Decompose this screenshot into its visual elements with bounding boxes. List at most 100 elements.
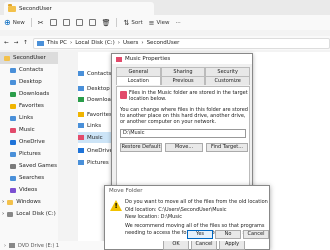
dialog-title-bar: Move Folder: [105, 186, 269, 196]
cloud-icon: [78, 148, 84, 153]
rename-icon[interactable]: [75, 19, 83, 26]
sidebar-item-favorites[interactable]: Favorites: [0, 100, 58, 112]
sidebar-item-label: Pictures: [19, 151, 41, 157]
sidebar-item-label: OneDrive: [19, 139, 45, 145]
sidebar-item-music[interactable]: Music: [0, 124, 58, 136]
pictures-icon: [78, 160, 84, 165]
breadcrumb-item[interactable]: Users: [123, 40, 138, 46]
list-item[interactable]: Links: [78, 120, 101, 131]
move-button[interactable]: Move...: [165, 143, 203, 152]
pictures-icon: [10, 151, 16, 157]
sidebar-item-windows[interactable]: › Windows: [0, 196, 58, 208]
divider: [30, 18, 32, 27]
chevron-right-icon: ›: [69, 40, 73, 46]
paste-icon[interactable]: [62, 19, 70, 26]
location-path-field[interactable]: D:\Music: [120, 129, 246, 138]
sidebar-item-contacts[interactable]: Contacts: [0, 64, 58, 76]
music-folder-icon: [120, 91, 127, 99]
folder-icon: [8, 4, 16, 12]
delete-icon[interactable]: 🗑: [102, 19, 111, 27]
music-icon: [78, 135, 84, 140]
sidebar-item-pictures[interactable]: Pictures: [0, 148, 58, 160]
link-icon: [10, 115, 16, 121]
sort-button[interactable]: ⇅ Sort: [123, 19, 142, 27]
tab-previous-versions[interactable]: Previous Versions: [160, 76, 206, 93]
list-item[interactable]: OneDrive: [78, 145, 113, 156]
yes-button[interactable]: Yes: [187, 230, 213, 239]
new-label: New: [12, 19, 25, 26]
tab-sharing[interactable]: Sharing: [160, 67, 206, 76]
view-button[interactable]: ≡ View: [149, 19, 170, 27]
sort-label: Sort: [131, 19, 143, 26]
view-icon: ≡: [148, 18, 155, 27]
properties-cancel-button[interactable]: Cancel: [191, 241, 217, 250]
pc-icon: [36, 40, 44, 46]
sidebar-item-dvd-drive[interactable]: › DVD Drive (E:) 1: [0, 241, 104, 250]
file-name: Pictures: [87, 159, 109, 166]
forward-icon[interactable]: →: [14, 40, 19, 46]
title-bar: SecondUser: [0, 0, 330, 15]
apply-button[interactable]: Apply: [219, 241, 245, 250]
star-icon: [78, 112, 84, 117]
find-target-button[interactable]: Find Target...: [206, 143, 248, 152]
navigation-pane: SecondUser Contacts Desktop Downloads Fa…: [0, 52, 58, 250]
search-icon: [10, 175, 16, 181]
change-location-text: You can change where files in this folde…: [120, 107, 248, 125]
copy-icon[interactable]: [49, 19, 57, 26]
sidebar-item-saved-games[interactable]: Saved Games: [0, 160, 58, 172]
up-icon[interactable]: ↑: [23, 40, 28, 46]
contacts-icon: [78, 71, 84, 76]
warning-icon: [110, 200, 122, 211]
tab-security[interactable]: Security: [205, 67, 251, 76]
sidebar-item-searches[interactable]: Searches: [0, 172, 58, 184]
list-item[interactable]: Pictures: [78, 157, 109, 168]
sidebar-item-label: Favorites: [19, 103, 44, 109]
sidebar-item-seconduser[interactable]: SecondUser: [0, 52, 58, 64]
tab-customize[interactable]: Customize: [205, 76, 251, 85]
breadcrumb-item[interactable]: Local Disk (C:): [75, 40, 115, 46]
location-description: Files in the Music folder are stored in …: [129, 90, 248, 102]
location-panel: Files in the Music folder are stored in …: [116, 86, 250, 190]
ok-button[interactable]: OK: [163, 241, 189, 250]
breadcrumb-item[interactable]: SecondUser: [147, 40, 180, 46]
divider: [116, 18, 118, 27]
file-name: Contacts: [87, 70, 112, 77]
sidebar-item-downloads[interactable]: Downloads: [0, 88, 58, 100]
downloads-icon: [10, 91, 16, 97]
tab-general[interactable]: General: [116, 67, 161, 76]
sidebar-item-local-disk[interactable]: › Local Disk (C:): [0, 208, 58, 220]
sidebar-item-desktop[interactable]: Desktop: [0, 76, 58, 88]
explorer-tab[interactable]: SecondUser: [4, 2, 154, 15]
cancel-button[interactable]: Cancel: [243, 230, 269, 239]
list-item[interactable]: Desktop: [78, 83, 110, 94]
star-icon: [10, 103, 16, 109]
address-bar[interactable]: This PC › Local Disk (C:) › Users › Seco…: [32, 37, 330, 49]
music-icon: [116, 56, 122, 62]
view-label: View: [156, 19, 170, 26]
new-button[interactable]: ⊕ New: [4, 18, 25, 27]
command-bar: ⊕ New ✂ 🗑 ⇅ Sort ≡ View ···: [0, 15, 330, 30]
sidebar-item-onedrive[interactable]: OneDrive: [0, 136, 58, 148]
restore-default-button[interactable]: Restore Default: [120, 143, 162, 152]
sidebar-item-label: SecondUser: [13, 55, 46, 61]
folder-icon: [7, 199, 14, 205]
file-name: Music: [87, 134, 103, 141]
list-item[interactable]: Contacts: [78, 68, 111, 79]
share-icon[interactable]: [88, 19, 96, 26]
gamepad-icon: [10, 163, 16, 169]
breadcrumb-item[interactable]: This PC: [47, 40, 67, 46]
dvd-icon: [9, 243, 15, 248]
list-item-selected[interactable]: Music: [78, 132, 111, 143]
dialog-title-bar: Music Properties: [112, 54, 252, 64]
new-location: New location: D:\Music: [125, 214, 183, 220]
sidebar-item-videos[interactable]: Videos: [0, 184, 58, 196]
cut-icon[interactable]: ✂: [38, 19, 44, 27]
list-item[interactable]: Favorites: [78, 109, 112, 120]
back-icon[interactable]: ←: [4, 40, 9, 46]
contacts-icon: [10, 67, 16, 73]
tab-location[interactable]: Location: [116, 76, 161, 85]
desktop-icon: [10, 79, 16, 85]
no-button[interactable]: No: [215, 230, 241, 239]
more-options-button[interactable]: ···: [176, 20, 181, 26]
sidebar-item-links[interactable]: Links: [0, 112, 58, 124]
